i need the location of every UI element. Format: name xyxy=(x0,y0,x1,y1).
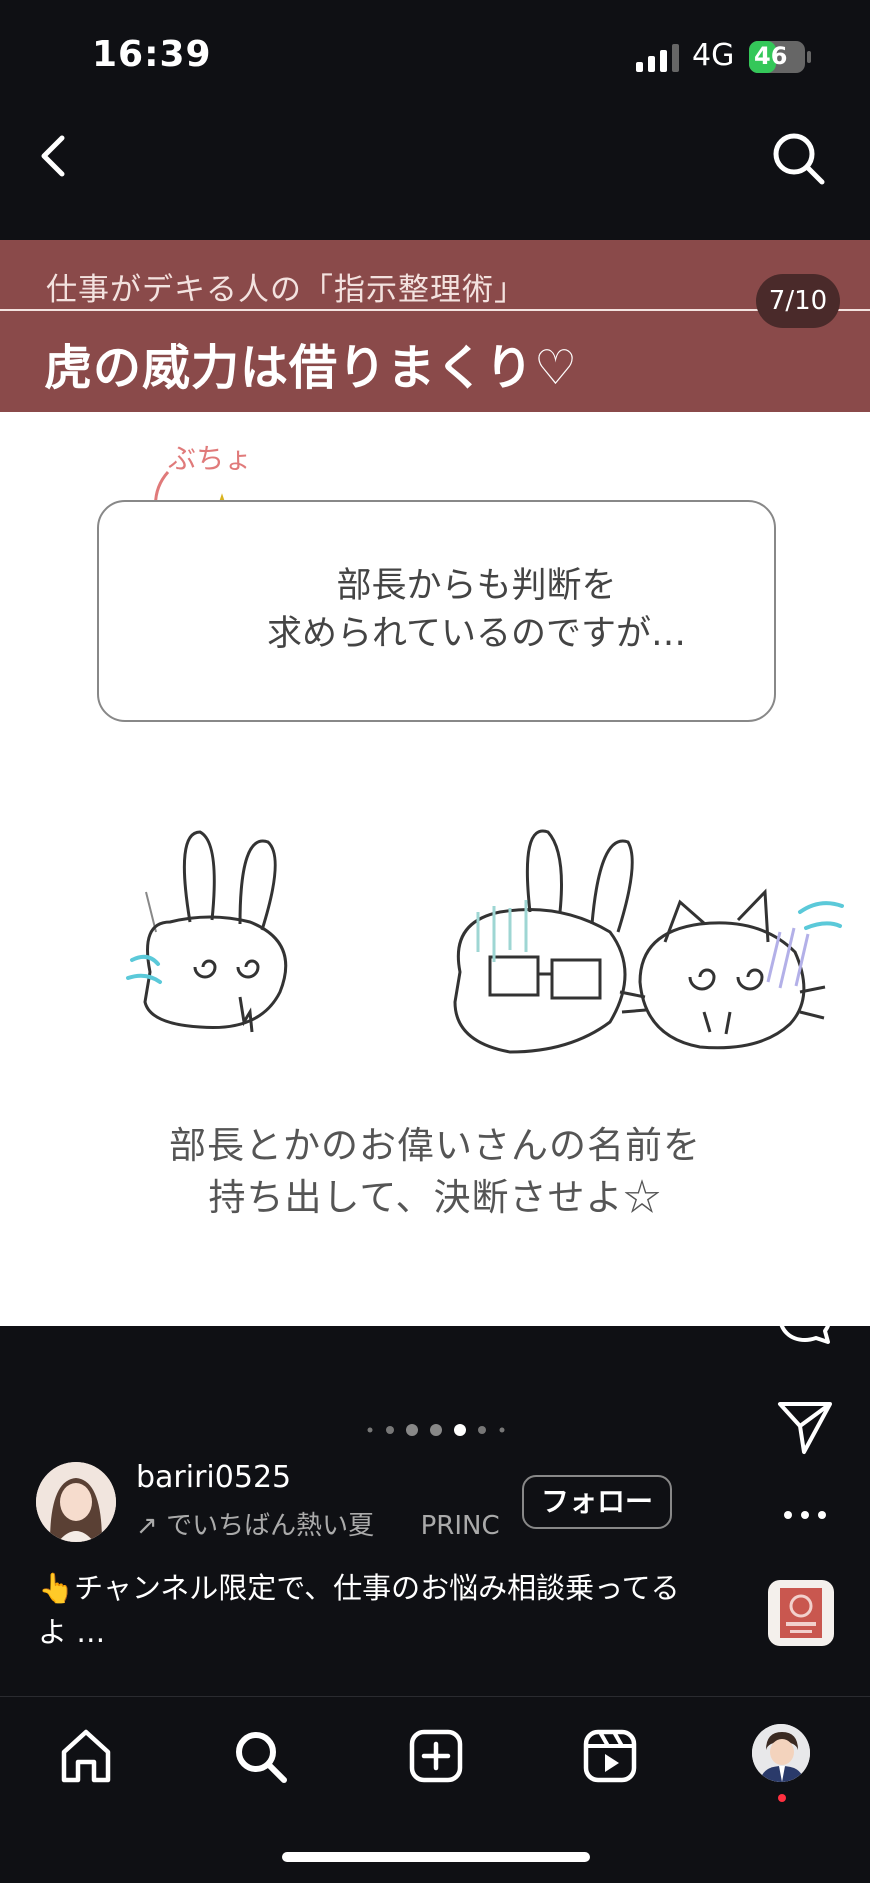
post-caption[interactable]: 👆チャンネル限定で、仕事のお悩み相談乗ってる よ … xyxy=(38,1566,718,1654)
profile-avatar-image xyxy=(752,1724,810,1782)
audio-cover-icon xyxy=(780,1588,822,1638)
back-button[interactable] xyxy=(34,132,74,180)
post-caption-text: 部長とかのお偉いさんの名前を 持ち出して、決断させよ☆ xyxy=(0,1120,870,1224)
sfx-label: ぶちょ xyxy=(168,442,252,475)
trending-arrow-icon: ↗ xyxy=(136,1511,158,1541)
network-type: 4G xyxy=(692,38,735,73)
battery-indicator: 46 xyxy=(748,40,812,74)
follow-button[interactable]: フォロー xyxy=(522,1475,672,1529)
audio-artist: PRINC xyxy=(420,1511,500,1541)
post-banner: 仕事がデキる人の「指示整理術」 虎の威力は借りまくり♡ xyxy=(0,240,870,412)
carousel-dot xyxy=(499,1427,505,1433)
page-counter: 7/10 xyxy=(756,274,840,328)
speech-bubble: 部長からも判断を 求められているのですが… xyxy=(97,500,776,722)
carousel-dots xyxy=(367,1424,505,1436)
home-icon[interactable] xyxy=(56,1726,116,1786)
audio-thumbnail[interactable] xyxy=(768,1580,834,1646)
search-icon[interactable] xyxy=(770,130,828,188)
audio-info[interactable]: ↗ でいちばん熱い夏 PRINC xyxy=(136,1505,500,1542)
post-caption-line-2: よ … xyxy=(38,1615,106,1649)
banner-title: 虎の威力は借りまくり♡ xyxy=(44,340,579,396)
banner-divider xyxy=(0,309,870,311)
comment-icon[interactable] xyxy=(774,1286,836,1348)
audio-title: でいちばん熱い夏 xyxy=(166,1511,375,1541)
carousel-dot xyxy=(430,1424,442,1436)
rabbit-glasses-drawing xyxy=(453,829,634,1054)
heart-icon[interactable] xyxy=(770,1126,832,1188)
carousel-dot-active xyxy=(454,1424,466,1436)
carousel-dot xyxy=(386,1426,394,1434)
post-caption-line-1: 👆チャンネル限定で、仕事のお悩み相談乗ってる xyxy=(38,1571,680,1605)
speech-bubble-line-2: 求められているのですが… xyxy=(267,614,686,654)
cat-drawing xyxy=(619,888,826,1050)
reels-icon[interactable] xyxy=(580,1726,640,1786)
signal-icon xyxy=(636,44,679,72)
carousel-dot xyxy=(367,1427,373,1433)
send-icon[interactable] xyxy=(774,1396,836,1458)
status-time: 16:39 xyxy=(92,34,212,75)
speech-bubble-text: 部長からも判断を 求められているのですが… xyxy=(99,562,774,658)
more-horizontal-icon[interactable] xyxy=(780,1500,830,1530)
banner-subtitle: 仕事がデキる人の「指示整理術」 xyxy=(46,272,526,308)
home-indicator xyxy=(282,1852,590,1862)
search-nav-icon[interactable] xyxy=(230,1726,290,1786)
carousel-dot xyxy=(478,1426,486,1434)
plus-square-icon[interactable] xyxy=(406,1726,466,1786)
avatar-image xyxy=(36,1462,116,1542)
caption-line-2: 持ち出して、決断させよ☆ xyxy=(208,1176,662,1219)
author-username[interactable]: bariri0525 xyxy=(136,1460,291,1495)
battery-level: 46 xyxy=(754,42,788,70)
caption-line-1: 部長とかのお偉いさんの名前を xyxy=(169,1124,701,1167)
notification-dot xyxy=(778,1794,786,1802)
carousel-dot xyxy=(406,1424,418,1436)
post-image[interactable]: 仕事がデキる人の「指示整理術」 虎の威力は借りまくり♡ 7/10 ぶちょ 部長か… xyxy=(0,240,870,1326)
speech-bubble-line-1: 部長からも判断を xyxy=(336,566,617,606)
profile-avatar[interactable] xyxy=(752,1724,810,1782)
author-avatar[interactable] xyxy=(36,1462,116,1542)
rabbit-drawing xyxy=(143,830,288,1033)
